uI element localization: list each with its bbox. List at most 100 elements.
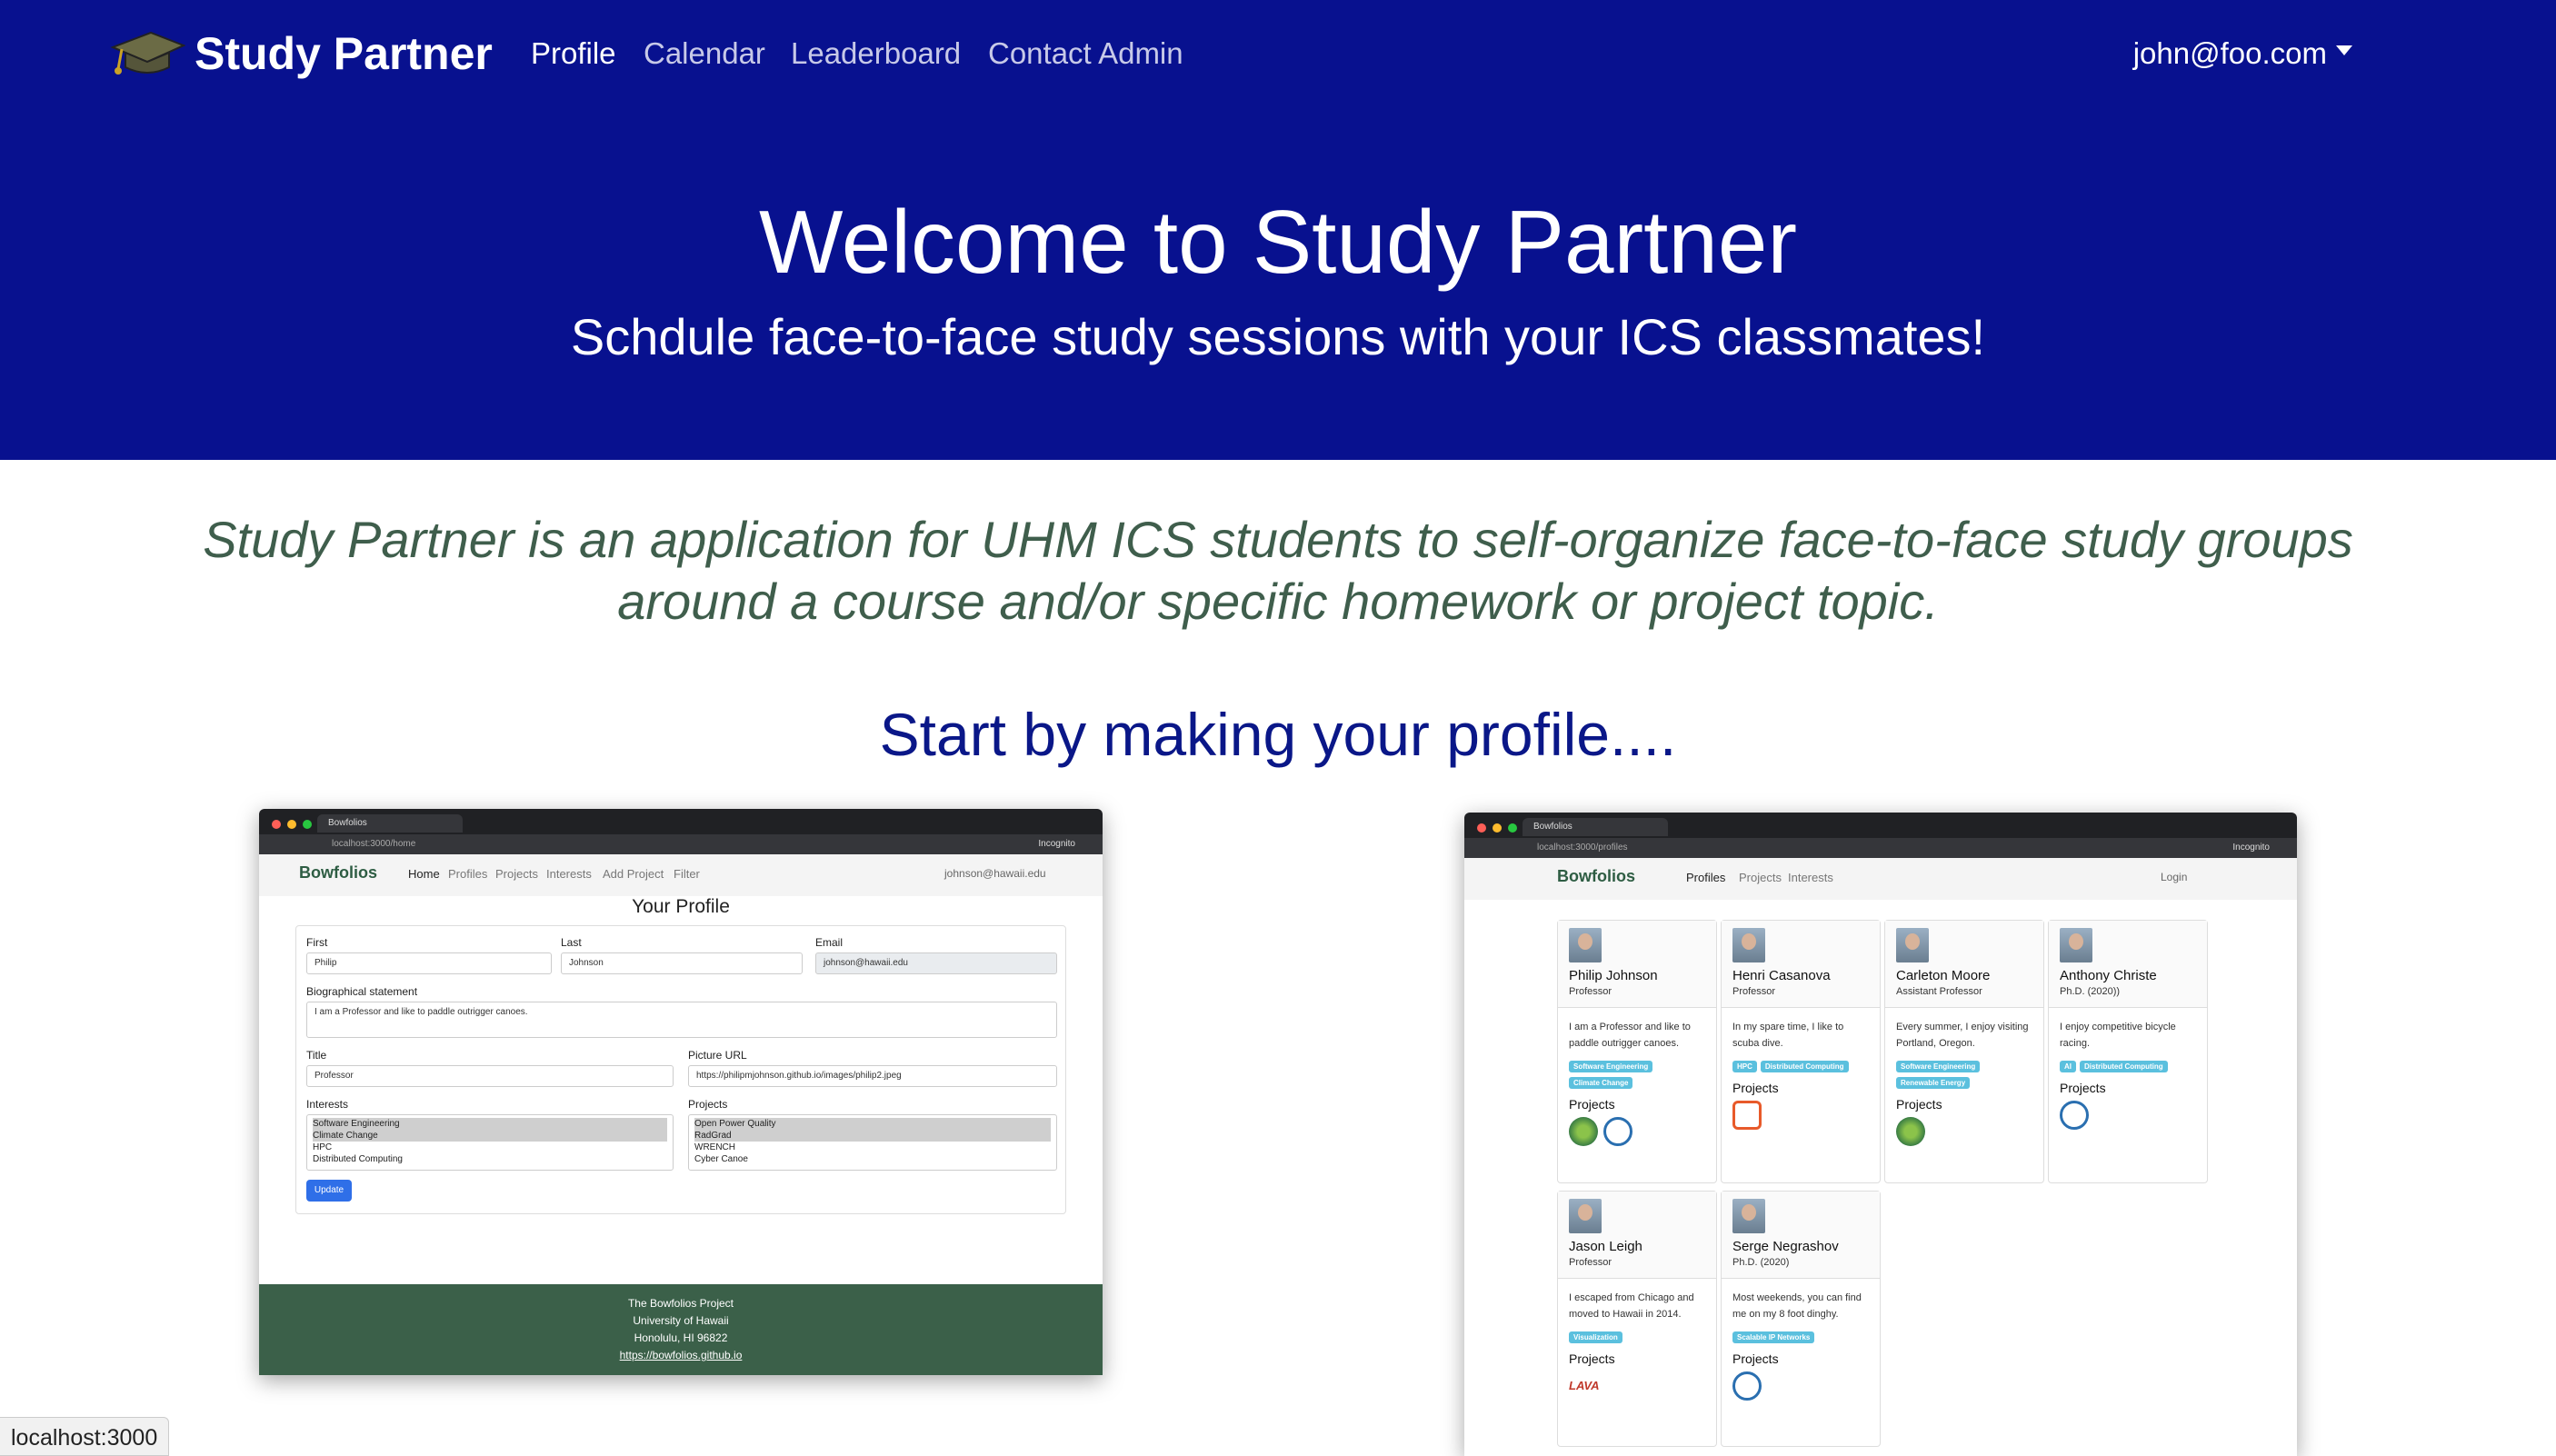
bowfolios-footer: The Bowfolios Project University of Hawa… bbox=[259, 1284, 1103, 1375]
tagline-line-2: around a course and/or specific homework… bbox=[617, 573, 1939, 630]
label-picture: Picture URL bbox=[688, 1049, 747, 1062]
project-logo-icon bbox=[2060, 1101, 2089, 1130]
card-role: Ph.D. (2020)) bbox=[2060, 986, 2121, 997]
tagline-line-1: Study Partner is an application for UHM … bbox=[203, 511, 2353, 568]
interest-tag: Renewable Energy bbox=[1896, 1077, 1971, 1089]
interest-tag: HPC bbox=[1732, 1061, 1757, 1072]
profile-card: Serge Negrashov Ph.D. (2020) Most weeken… bbox=[1721, 1191, 1881, 1447]
email-input: johnson@hawaii.edu bbox=[815, 952, 1057, 974]
lava-logo-icon: LAVA bbox=[1569, 1379, 1600, 1392]
window-controls bbox=[272, 820, 312, 829]
incognito-label: Incognito bbox=[1038, 839, 1075, 849]
projects-label: Projects bbox=[1732, 1081, 1779, 1095]
nav-contact-admin[interactable]: Contact Admin bbox=[988, 36, 1183, 71]
bf-login: Login bbox=[2161, 871, 2188, 883]
profiles-list-screenshot: Bowfolios localhost:3000/profiles Incogn… bbox=[1464, 813, 2297, 1456]
url-bar: localhost:3000/profiles Incognito bbox=[1464, 838, 2297, 858]
first-input: Philip bbox=[306, 952, 552, 974]
bf-nav-projects: Projects bbox=[495, 867, 538, 881]
interest-tag: Climate Change bbox=[1569, 1077, 1633, 1089]
interest-option: Software Engineering bbox=[313, 1118, 667, 1130]
projects-label: Projects bbox=[1569, 1351, 1615, 1366]
label-title: Title bbox=[306, 1049, 327, 1062]
avatar bbox=[1896, 928, 1929, 962]
user-dropdown[interactable]: john@foo.com bbox=[2133, 36, 2352, 71]
browser-tab: Bowfolios bbox=[1523, 818, 1668, 836]
nav-leaderboard[interactable]: Leaderboard bbox=[791, 36, 961, 71]
interests-list: Software Engineering Climate Change HPC … bbox=[306, 1114, 674, 1171]
footer-line: The Bowfolios Project bbox=[627, 1297, 734, 1310]
footer-line: University of Hawaii bbox=[633, 1314, 729, 1327]
last-input: Johnson bbox=[561, 952, 803, 974]
bowfolios-navbar: Bowfolios Profiles Projects Interests Lo… bbox=[1464, 858, 2297, 900]
project-logo-icon bbox=[1732, 1371, 1762, 1401]
interest-tag: Software Engineering bbox=[1896, 1061, 1981, 1072]
card-role: Professor bbox=[1732, 986, 1776, 997]
brand-name: Study Partner bbox=[195, 28, 493, 79]
project-option: Cyber Canoe bbox=[694, 1154, 748, 1164]
bf-nav-projects: Projects bbox=[1739, 871, 1782, 884]
project-option: Open Power Quality bbox=[694, 1118, 1051, 1130]
interest-option: Distributed Computing bbox=[313, 1154, 403, 1164]
profile-card: Jason Leigh Professor I escaped from Chi… bbox=[1557, 1191, 1717, 1447]
card-role: Assistant Professor bbox=[1896, 986, 1982, 997]
profile-card: Henri Casanova Professor In my spare tim… bbox=[1721, 920, 1881, 1183]
bf-nav-filter: Filter bbox=[674, 867, 700, 881]
profile-card: Anthony Christe Ph.D. (2020)) I enjoy co… bbox=[2048, 920, 2208, 1183]
bf-nav-profiles: Profiles bbox=[448, 867, 488, 881]
label-projects: Projects bbox=[688, 1098, 728, 1111]
bowfolios-navbar: Bowfolios Home Profiles Projects Interes… bbox=[259, 854, 1103, 896]
interest-tag: AI bbox=[2060, 1061, 2076, 1072]
card-name: Henri Casanova bbox=[1732, 968, 1831, 983]
nav-calendar[interactable]: Calendar bbox=[644, 36, 765, 71]
avatar bbox=[1732, 1199, 1765, 1233]
profile-card: Philip Johnson Professor I am a Professo… bbox=[1557, 920, 1717, 1183]
url-bar: localhost:3000/home Incognito bbox=[259, 834, 1103, 854]
bf-user: johnson@hawaii.edu bbox=[944, 867, 1046, 880]
projects-label: Projects bbox=[2060, 1081, 2106, 1095]
browser-chrome: Bowfolios localhost:3000/profiles Incogn… bbox=[1464, 813, 2297, 858]
tagline: Study Partner is an application for UHM … bbox=[0, 509, 2556, 633]
card-role: Professor bbox=[1569, 986, 1612, 997]
label-bio: Biographical statement bbox=[306, 985, 418, 998]
label-first: First bbox=[306, 936, 328, 949]
card-role: Ph.D. (2020) bbox=[1732, 1257, 1790, 1268]
project-logo-icon bbox=[1732, 1101, 1762, 1130]
section-heading: Start by making your profile.... bbox=[879, 701, 1677, 768]
profile-card: Carleton Moore Assistant Professor Every… bbox=[1884, 920, 2044, 1183]
project-logo-icon bbox=[1569, 1117, 1598, 1146]
bowfolios-brand: Bowfolios bbox=[299, 863, 377, 882]
projects-label: Projects bbox=[1896, 1097, 1942, 1112]
user-email: john@foo.com bbox=[2132, 36, 2327, 70]
card-bio: Most weekends, you can find me on my 8 f… bbox=[1732, 1292, 1862, 1320]
project-logo-icon bbox=[1896, 1117, 1925, 1146]
brand-link[interactable]: Study Partner bbox=[109, 25, 493, 82]
projects-label: Projects bbox=[1732, 1351, 1779, 1366]
avatar bbox=[2060, 928, 2092, 962]
status-bar-url: localhost:3000 bbox=[0, 1417, 170, 1456]
avatar bbox=[1732, 928, 1765, 962]
url-text: localhost:3000/profiles bbox=[1537, 843, 1628, 853]
bf-nav-home: Home bbox=[408, 867, 440, 881]
url-text: localhost:3000/home bbox=[332, 839, 416, 849]
card-bio: I enjoy competitive bicycle racing. bbox=[2060, 1022, 2176, 1049]
interest-tag: Software Engineering bbox=[1569, 1061, 1653, 1072]
nav-profile[interactable]: Profile bbox=[531, 36, 616, 71]
label-interests: Interests bbox=[306, 1098, 349, 1111]
card-name: Serge Negrashov bbox=[1732, 1239, 1839, 1254]
project-option: WRENCH bbox=[694, 1142, 735, 1152]
card-bio: In my spare time, I like to scuba dive. bbox=[1732, 1022, 1844, 1049]
card-bio: Every summer, I enjoy visiting Portland,… bbox=[1896, 1022, 2029, 1049]
interest-option: Climate Change bbox=[313, 1130, 667, 1142]
footer-line: Honolulu, HI 96822 bbox=[634, 1331, 728, 1344]
projects-list: Open Power Quality RadGrad WRENCH Cyber … bbox=[688, 1114, 1057, 1171]
card-name: Jason Leigh bbox=[1569, 1239, 1642, 1254]
projects-label: Projects bbox=[1569, 1097, 1615, 1112]
label-last: Last bbox=[561, 936, 582, 949]
top-navbar: Study Partner Profile Calendar Leaderboa… bbox=[0, 0, 2556, 118]
browser-tab: Bowfolios bbox=[317, 814, 463, 833]
project-option: RadGrad bbox=[694, 1130, 1051, 1142]
update-button: Update bbox=[306, 1180, 352, 1202]
bowfolios-brand: Bowfolios bbox=[1557, 867, 1635, 885]
footer-link: https://bowfolios.github.io bbox=[619, 1349, 743, 1361]
